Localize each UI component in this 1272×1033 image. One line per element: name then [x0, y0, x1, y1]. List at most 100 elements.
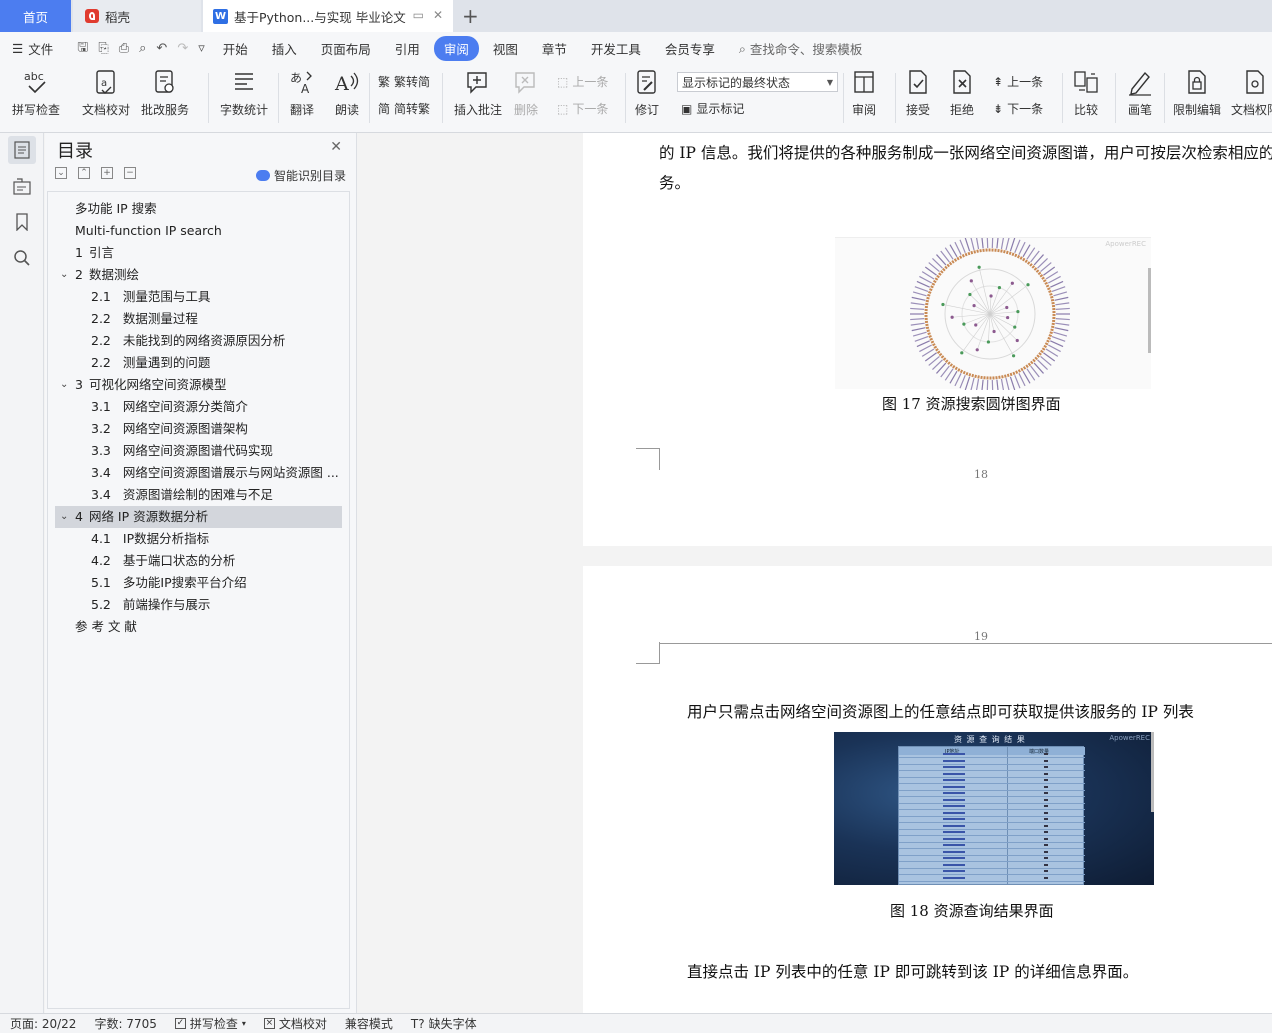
port-count-mark: [1044, 759, 1048, 762]
menu-section[interactable]: 章节: [542, 39, 567, 58]
toc-item-number: 3.4: [91, 465, 111, 480]
status-spell-check[interactable]: ✓ 拼写检查 ▾: [174, 1015, 246, 1032]
port-count-mark: [1044, 857, 1048, 859]
menu-member[interactable]: 会员专享: [665, 39, 715, 58]
tab-home[interactable]: 首页: [0, 0, 71, 32]
word-count-indicator[interactable]: 字数: 7705: [94, 1015, 156, 1032]
toc-item[interactable]: 3.1 网络空间资源分类简介: [48, 396, 343, 418]
menu-start[interactable]: 开始: [223, 39, 248, 58]
toc-item[interactable]: 3.4 网络空间资源图谱展示与网站资源图 ...: [48, 462, 343, 484]
command-search[interactable]: ⌕ 查找命令、搜索模板: [739, 39, 863, 58]
menu-references[interactable]: 引用: [395, 39, 420, 58]
toc-item[interactable]: 3.2 网络空间资源图谱架构: [48, 418, 343, 440]
toc-item[interactable]: 5.1 多功能IP搜索平台介绍: [48, 572, 343, 594]
menu-developer[interactable]: 开发工具: [591, 39, 641, 58]
file-menu[interactable]: ☰ 文件: [12, 39, 53, 58]
more-dropdown-icon[interactable]: ▿: [198, 41, 205, 56]
menu-page-layout[interactable]: 页面布局: [321, 39, 371, 58]
prev-change-button[interactable]: ⇞ 上一条: [993, 73, 1043, 90]
toc-item[interactable]: 参 考 文 献: [48, 616, 343, 638]
review-pane-button[interactable]: 审阅: [850, 67, 878, 118]
doc-proof-button[interactable]: a 文档校对: [82, 67, 130, 118]
remove-heading-icon[interactable]: −: [124, 167, 136, 179]
chevron-down-icon[interactable]: ⌄: [60, 264, 68, 286]
menu-review[interactable]: 审阅: [433, 36, 479, 61]
restrict-editing-button[interactable]: 限制编辑: [1173, 67, 1221, 118]
ip-link-mark: [943, 837, 965, 840]
toc-item[interactable]: 2.2 测量遇到的问题: [48, 352, 343, 374]
doc-permission-button[interactable]: 文档权限: [1231, 67, 1272, 118]
simp-to-trad-button[interactable]: 简简转繁: [378, 100, 430, 117]
save-icon[interactable]: 🖫: [77, 38, 88, 60]
insert-comment-button[interactable]: 插入批注: [454, 67, 502, 118]
chevron-down-icon[interactable]: ⌄: [60, 374, 68, 396]
next-change-label: 下一条: [1007, 102, 1044, 116]
toc-item[interactable]: Multi-function IP search: [48, 220, 343, 242]
smart-toc-button[interactable]: 智能识别目录: [255, 167, 346, 184]
next-change-button[interactable]: ⇟ 下一条: [993, 100, 1043, 117]
toc-item[interactable]: 4.1 IP数据分析指标: [48, 528, 343, 550]
new-tab-button[interactable]: +: [462, 4, 479, 28]
chapter-nav-icon[interactable]: [8, 172, 36, 200]
accept-button[interactable]: 接受: [904, 67, 932, 118]
toc-item-label: 1 引言: [75, 242, 114, 264]
tab-daoke[interactable]: 稻壳: [73, 0, 201, 32]
float-window-icon[interactable]: ▭: [413, 8, 424, 22]
missing-font[interactable]: T? 缺失字体: [411, 1015, 477, 1032]
read-aloud-button[interactable]: A 朗读: [333, 67, 361, 118]
toc-item[interactable]: ⌄ 2 数据测绘: [48, 264, 343, 286]
menu-insert[interactable]: 插入: [272, 39, 297, 58]
port-count-mark: [1044, 798, 1048, 801]
word-count-button[interactable]: 字数统计: [220, 67, 268, 118]
chevron-down-icon[interactable]: ⌄: [60, 506, 68, 528]
port-count-mark: [1044, 792, 1048, 794]
markup-state-select[interactable]: 显示标记的最终状态 ▼: [677, 72, 838, 92]
print-icon[interactable]: ⎙: [119, 41, 129, 56]
toc-item[interactable]: ⌄ 3 可视化网络空间资源模型: [48, 374, 343, 396]
toc-item[interactable]: 5.2 前端操作与展示: [48, 594, 343, 616]
toc-item[interactable]: 2.2 数据测量过程: [48, 308, 343, 330]
toc-item[interactable]: 3.4 资源图谱绘制的困难与不足: [48, 484, 343, 506]
reject-button[interactable]: 拒绝: [948, 67, 976, 118]
toc-icon[interactable]: [8, 136, 36, 164]
translate-button[interactable]: あA 翻译: [288, 67, 316, 118]
tab-document[interactable]: W 基于Python...与实现 毕业论文 ▭ ✕: [203, 0, 453, 32]
prev-comment-button[interactable]: ⬚ 上一条: [557, 73, 608, 90]
quick-access-toolbar: 🖫 ⎘ ⎙ ⌕ ↶ ↷ ▿: [77, 38, 205, 60]
spell-check-icon: abc: [22, 67, 50, 97]
trad-to-simp-button[interactable]: 繁繁转简: [378, 73, 430, 90]
toc-item[interactable]: 3.3 网络空间资源图谱代码实现: [48, 440, 343, 462]
toc-item[interactable]: 4.2 基于端口状态的分析: [48, 550, 343, 572]
toc-item[interactable]: 2.1 测量范围与工具: [48, 286, 343, 308]
menu-view[interactable]: 视图: [493, 39, 518, 58]
toc-item[interactable]: 2.2 未能找到的网络资源原因分析: [48, 330, 343, 352]
result-row: [899, 824, 1085, 830]
compare-button[interactable]: 比较: [1072, 67, 1100, 118]
undo-icon[interactable]: ↶: [156, 41, 167, 56]
search-icon[interactable]: [8, 244, 36, 272]
show-markup-button[interactable]: ▣ 显示标记: [681, 100, 744, 117]
track-changes-button[interactable]: 修订: [633, 67, 661, 118]
close-icon[interactable]: ✕: [330, 139, 342, 155]
toc-item[interactable]: ⌄ 4 网络 IP 资源数据分析: [55, 506, 342, 528]
batch-service-label: 批改服务: [141, 103, 190, 117]
toc-item-label: 2.1 测量范围与工具: [91, 286, 210, 308]
spell-check-button[interactable]: abc 拼写检查: [12, 67, 60, 118]
batch-service-button[interactable]: 批改服务: [141, 67, 189, 118]
page-indicator[interactable]: 页面: 20/22: [10, 1015, 76, 1032]
export-pdf-icon[interactable]: ⎘: [98, 41, 108, 56]
next-comment-button[interactable]: ⬚ 下一条: [557, 100, 608, 117]
status-doc-proof[interactable]: × 文档校对: [263, 1015, 327, 1032]
print-preview-icon[interactable]: ⌕: [139, 41, 146, 56]
delete-comment-button[interactable]: 删除: [512, 67, 540, 118]
add-heading-icon[interactable]: +: [101, 167, 113, 179]
redo-icon[interactable]: ↷: [177, 41, 188, 56]
bookmark-icon[interactable]: [8, 208, 36, 236]
pen-button[interactable]: 画笔: [1126, 67, 1154, 118]
close-tab-icon[interactable]: ✕: [433, 8, 443, 22]
toc-item[interactable]: 多功能 IP 搜索: [48, 198, 343, 220]
toc-item[interactable]: 1 引言: [48, 242, 343, 264]
collapse-all-icon[interactable]: ⌄: [55, 167, 67, 179]
expand-all-icon[interactable]: ⌃: [78, 167, 90, 179]
toc-item-label: 3.4 网络空间资源图谱展示与网站资源图 ...: [91, 462, 339, 484]
